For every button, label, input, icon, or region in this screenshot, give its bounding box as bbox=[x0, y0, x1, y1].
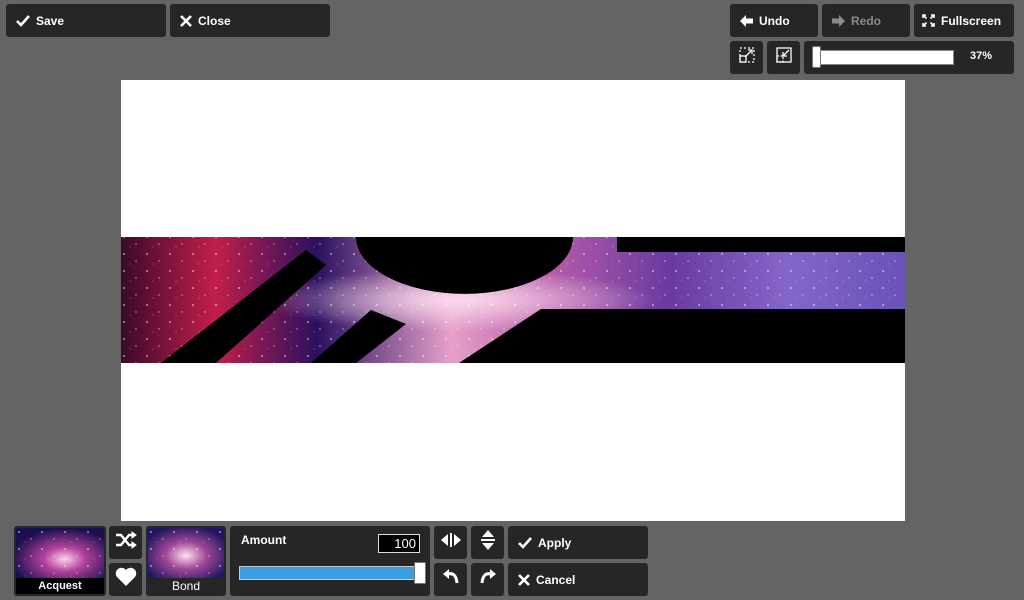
save-label: Save bbox=[36, 13, 65, 28]
rotate-left-icon bbox=[442, 569, 460, 590]
zoom-panel: 37% bbox=[804, 41, 1014, 74]
redo-label: Redo bbox=[851, 13, 881, 28]
rotate-right-icon bbox=[479, 569, 497, 590]
amount-slider-handle[interactable] bbox=[414, 562, 426, 584]
zoom-slider-track[interactable] bbox=[814, 50, 954, 65]
rotate-left-button[interactable] bbox=[434, 563, 467, 596]
cancel-button[interactable]: Cancel bbox=[508, 563, 648, 596]
flip-horizontal-button[interactable] bbox=[434, 526, 467, 559]
zoom-slider-handle[interactable] bbox=[812, 46, 821, 68]
fullscreen-icon bbox=[922, 14, 935, 27]
galaxy-thumbnail-icon bbox=[16, 528, 104, 585]
shuffle-button[interactable] bbox=[109, 526, 142, 559]
galaxy-thumbnail-icon bbox=[148, 528, 224, 583]
preset-bond[interactable]: Bond bbox=[146, 526, 226, 596]
amount-slider-track[interactable] bbox=[239, 566, 425, 580]
expand-icon bbox=[738, 47, 755, 68]
redo-button[interactable]: Redo bbox=[822, 4, 910, 37]
actual-size-button[interactable] bbox=[767, 41, 800, 74]
amount-input[interactable] bbox=[378, 534, 420, 553]
fullscreen-label: Fullscreen bbox=[941, 13, 1002, 28]
close-icon bbox=[180, 14, 192, 27]
rotate-right-button[interactable] bbox=[471, 563, 504, 596]
fit-to-screen-button[interactable] bbox=[730, 41, 763, 74]
amount-label: Amount bbox=[241, 533, 287, 547]
flip-vertical-button[interactable] bbox=[471, 526, 504, 559]
preset-label: Bond bbox=[171, 579, 201, 593]
heart-icon bbox=[115, 567, 137, 592]
shrink-icon bbox=[775, 47, 792, 68]
close-label: Close bbox=[198, 13, 231, 28]
flip-vertical-icon bbox=[480, 530, 495, 555]
zoom-percent: 37% bbox=[969, 50, 992, 62]
shuffle-icon bbox=[115, 531, 137, 554]
preset-acquest[interactable]: Acquest bbox=[14, 526, 106, 596]
apply-label: Apply bbox=[538, 535, 572, 550]
checkmark-icon bbox=[518, 536, 532, 549]
close-icon bbox=[518, 573, 530, 586]
close-button[interactable]: Close bbox=[170, 4, 330, 37]
arrow-left-icon bbox=[740, 14, 753, 27]
flip-horizontal-icon bbox=[440, 533, 461, 552]
apply-button[interactable]: Apply bbox=[508, 526, 648, 559]
checkmark-icon bbox=[16, 14, 30, 27]
amount-panel: Amount bbox=[230, 526, 430, 596]
undo-label: Undo bbox=[759, 13, 790, 28]
cancel-label: Cancel bbox=[536, 572, 576, 587]
save-button[interactable]: Save bbox=[6, 4, 166, 37]
image-canvas[interactable] bbox=[121, 80, 905, 521]
preset-label: Acquest bbox=[16, 578, 104, 594]
arrow-right-icon bbox=[832, 14, 845, 27]
undo-button[interactable]: Undo bbox=[730, 4, 818, 37]
fullscreen-button[interactable]: Fullscreen bbox=[914, 4, 1014, 37]
favorite-button[interactable] bbox=[109, 563, 142, 596]
